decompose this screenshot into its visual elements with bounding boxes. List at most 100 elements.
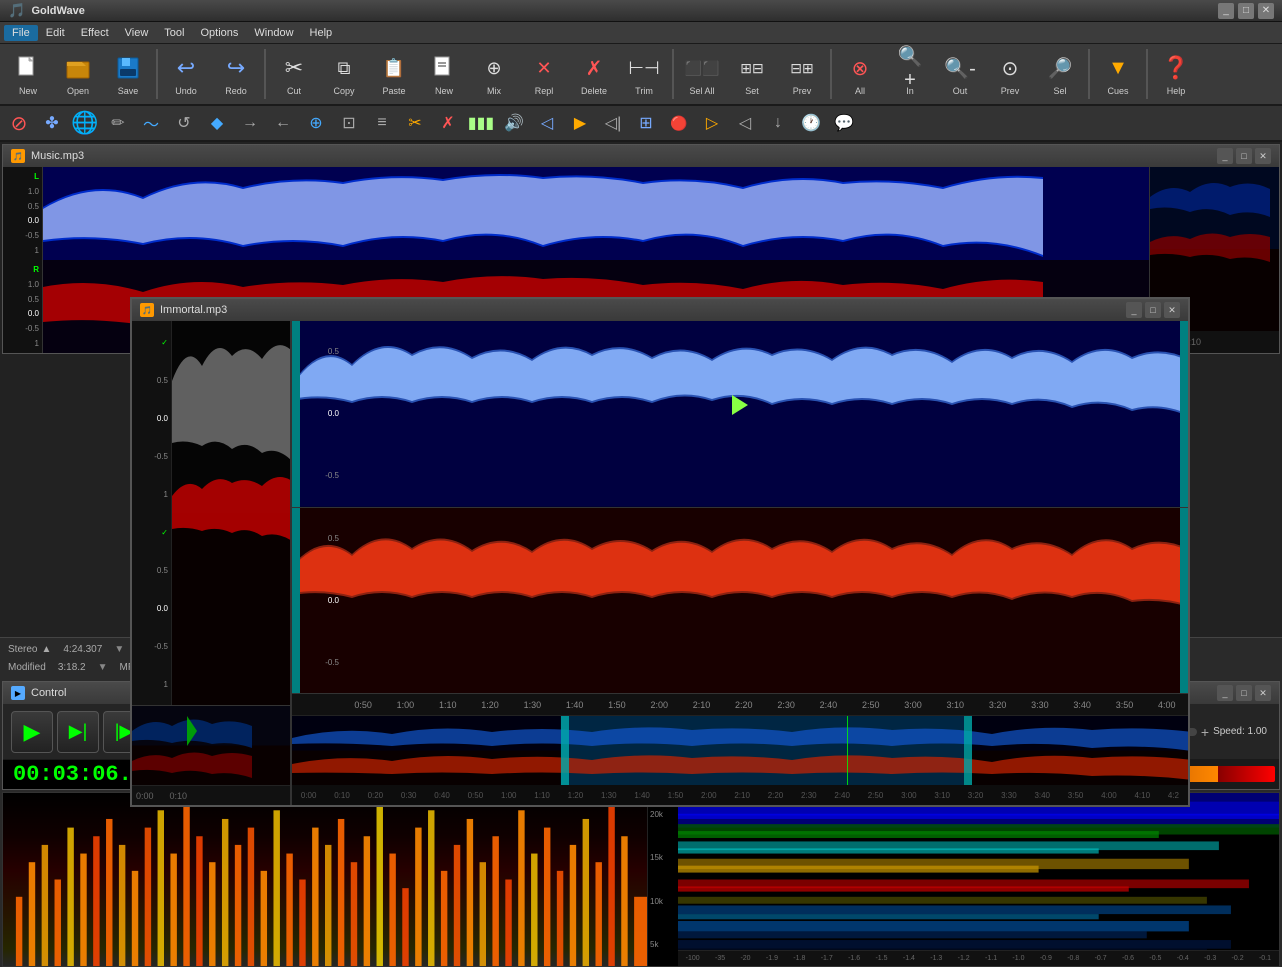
menu-item-view[interactable]: View bbox=[117, 25, 157, 41]
immortal-maximize[interactable]: □ bbox=[1145, 302, 1161, 318]
zoomout-icon: 🔍- bbox=[944, 52, 976, 84]
immortal-minimize[interactable]: _ bbox=[1126, 302, 1142, 318]
music-minimize[interactable]: _ bbox=[1217, 148, 1233, 164]
play-button[interactable]: ▶ bbox=[11, 711, 53, 753]
ovtl-120: 1:20 bbox=[568, 791, 584, 800]
menu-item-help[interactable]: Help bbox=[302, 25, 341, 41]
paste-button[interactable]: 📋 Paste bbox=[370, 46, 418, 102]
immortal-left-mini-svg bbox=[132, 706, 290, 785]
tb2-speaker-btn[interactable]: 🔊 bbox=[499, 108, 529, 138]
delete-button[interactable]: ✗ Delete bbox=[570, 46, 618, 102]
il-00: 0.0 bbox=[135, 414, 168, 423]
zoomin-icon: 🔍+ bbox=[894, 52, 926, 84]
tb2-globe2-btn[interactable]: ⊕ bbox=[301, 108, 331, 138]
immortal-file-icon: 🎵 bbox=[140, 303, 154, 317]
zoomout-button[interactable]: 🔍- Out bbox=[936, 46, 984, 102]
immortal-gray-waveform bbox=[172, 321, 290, 705]
tb2-arrow-right-btn[interactable]: → bbox=[235, 108, 265, 138]
sb-00: 0.0 bbox=[304, 596, 339, 605]
minimize-button[interactable]: _ bbox=[1218, 3, 1234, 19]
overview-tl-inner: 0:00 0:10 0:20 0:30 0:40 0:50 1:00 1:10 … bbox=[292, 791, 1188, 800]
music-close[interactable]: ✕ bbox=[1255, 148, 1271, 164]
tl-140: 1:40 bbox=[566, 700, 584, 710]
ovtl-030: 0:30 bbox=[401, 791, 417, 800]
tl-240: 2:40 bbox=[820, 700, 838, 710]
tb2-stop-btn[interactable]: ⊘ bbox=[4, 108, 34, 138]
mix-button[interactable]: ⊕ Mix bbox=[470, 46, 518, 102]
prev-button[interactable]: ⊟⊞ Prev bbox=[778, 46, 826, 102]
il-n10: 1 bbox=[135, 490, 168, 499]
ctrl-close[interactable]: ✕ bbox=[1255, 685, 1271, 701]
copy-button[interactable]: ⧉ Copy bbox=[320, 46, 368, 102]
sel-button[interactable]: 🔎 Sel bbox=[1036, 46, 1084, 102]
menubar: File Edit Effect View Tool Options Windo… bbox=[0, 22, 1282, 44]
db-n01: -0.1 bbox=[1259, 955, 1271, 962]
maximize-button[interactable]: □ bbox=[1238, 3, 1254, 19]
tb2-red-x-btn[interactable]: 🔴 bbox=[664, 108, 694, 138]
tb2-wave-btn[interactable]: 〜 bbox=[136, 108, 166, 138]
menu-item-window[interactable]: Window bbox=[246, 25, 301, 41]
set-button[interactable]: ⊞⊟ Set bbox=[728, 46, 776, 102]
spectrum-analyzer-svg bbox=[678, 793, 1279, 966]
immortal-controls: _ □ ✕ bbox=[1126, 302, 1180, 318]
tb2-cross-btn[interactable]: ✗ bbox=[433, 108, 463, 138]
scale-05: 0.5 bbox=[6, 202, 39, 211]
tb2-loop-btn[interactable]: ↺ bbox=[169, 108, 199, 138]
new-button[interactable]: New bbox=[4, 46, 52, 102]
cues-button[interactable]: ▼ Cues bbox=[1094, 46, 1142, 102]
help-button[interactable]: ❓ Help bbox=[1152, 46, 1200, 102]
tb2-flag2-btn[interactable]: ◁| bbox=[598, 108, 628, 138]
selall-button[interactable]: ⬛⬛ Sel All bbox=[678, 46, 726, 102]
tb2-prev-btn[interactable]: ◁ bbox=[532, 108, 562, 138]
all-button[interactable]: ⊗ All bbox=[836, 46, 884, 102]
ctrl-minimize[interactable]: _ bbox=[1217, 685, 1233, 701]
menu-item-file[interactable]: File bbox=[4, 25, 38, 41]
immortal-close[interactable]: ✕ bbox=[1164, 302, 1180, 318]
replace-button[interactable]: ✕ Repl bbox=[520, 46, 568, 102]
tb2-flag-btn[interactable]: ▶ bbox=[565, 108, 595, 138]
trim-button[interactable]: ⊢⊣ Trim bbox=[620, 46, 668, 102]
tb2-tri-right-btn[interactable]: ▷ bbox=[697, 108, 727, 138]
sel-label: Sel bbox=[1053, 86, 1066, 96]
tb2-clock-btn[interactable]: 🕐 bbox=[796, 108, 826, 138]
il-05: 0.5 bbox=[135, 376, 168, 385]
level-red bbox=[1218, 766, 1275, 782]
music-maximize[interactable]: □ bbox=[1236, 148, 1252, 164]
menu-item-options[interactable]: Options bbox=[192, 25, 246, 41]
immortal-bottom-svg bbox=[292, 508, 1188, 694]
tb2-tri-left-btn[interactable]: ◁ bbox=[730, 108, 760, 138]
zoomin-button[interactable]: 🔍+ In bbox=[886, 46, 934, 102]
tl-050: 0:50 bbox=[354, 700, 372, 710]
immortal-title: Immortal.mp3 bbox=[160, 304, 227, 316]
immortal-titlebar: 🎵 Immortal.mp3 _ □ ✕ bbox=[132, 299, 1188, 321]
tb2-bubble-btn[interactable]: 💬 bbox=[829, 108, 859, 138]
prev2-button[interactable]: ⊙ Prev bbox=[986, 46, 1034, 102]
save-button[interactable]: Save bbox=[104, 46, 152, 102]
next-marker-button[interactable]: ▶| bbox=[57, 711, 99, 753]
tb2-arrow-left-btn[interactable]: ← bbox=[268, 108, 298, 138]
ovtl-310: 3:10 bbox=[934, 791, 950, 800]
cut-button[interactable]: ✂ Cut bbox=[270, 46, 318, 102]
tb2-pencil-btn[interactable]: ✏ bbox=[103, 108, 133, 138]
tl-350: 3:50 bbox=[1116, 700, 1134, 710]
tb2-zoom-btn[interactable]: ⊞ bbox=[631, 108, 661, 138]
menu-item-effect[interactable]: Effect bbox=[73, 25, 117, 41]
tb2-arrow-down-btn[interactable]: ↓ bbox=[763, 108, 793, 138]
undo-button[interactable]: ↩ Undo bbox=[162, 46, 210, 102]
db-n10: -1.0 bbox=[1012, 955, 1024, 962]
menu-item-edit[interactable]: Edit bbox=[38, 25, 73, 41]
close-button[interactable]: ✕ bbox=[1258, 3, 1274, 19]
menu-item-tool[interactable]: Tool bbox=[156, 25, 192, 41]
new2-button[interactable]: New bbox=[420, 46, 468, 102]
redo-button[interactable]: ↪ Redo bbox=[212, 46, 260, 102]
tb2-globe-btn[interactable]: 🌐 bbox=[70, 108, 100, 138]
ctrl-maximize[interactable]: □ bbox=[1236, 685, 1252, 701]
tb2-bars-btn[interactable]: ▮▮▮ bbox=[466, 108, 496, 138]
tb2-contract-btn[interactable]: ≡ bbox=[367, 108, 397, 138]
tb2-scissors-btn[interactable]: ✂ bbox=[400, 108, 430, 138]
tb2-diamond-btn[interactable]: ◆ bbox=[202, 108, 232, 138]
open-button[interactable]: Open bbox=[54, 46, 102, 102]
tb2-expand-btn[interactable]: ⊡ bbox=[334, 108, 364, 138]
tb2-move-btn[interactable]: ✤ bbox=[37, 108, 67, 138]
db-n18: -1.8 bbox=[793, 955, 805, 962]
